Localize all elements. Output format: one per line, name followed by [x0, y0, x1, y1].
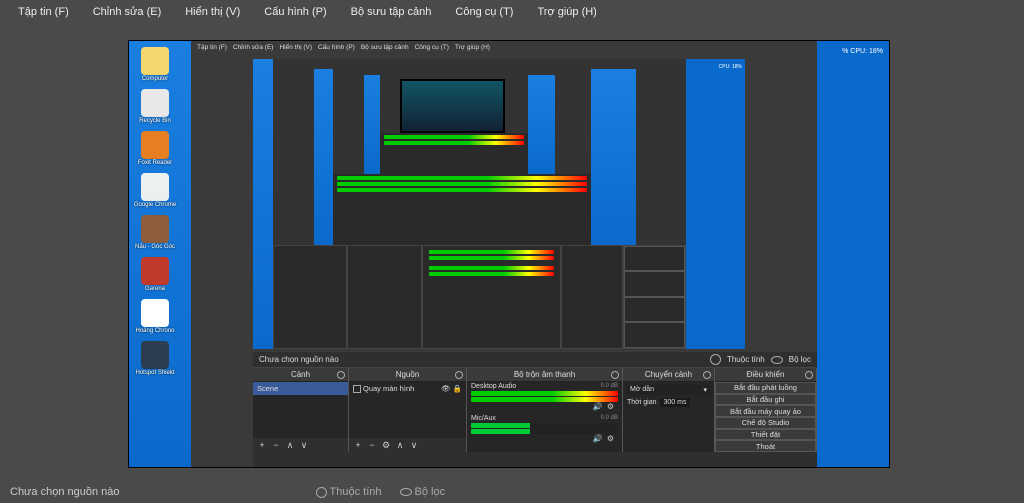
settings-button[interactable]: Thiết đặt [715, 429, 816, 441]
gear-icon[interactable] [805, 371, 813, 379]
remove-button[interactable]: − [366, 440, 378, 451]
menu-help[interactable]: Trợ giúp (H) [527, 3, 606, 21]
nested-menubar: Tập tin (F) Chỉnh sửa (E) Hiển thị (V) C… [191, 41, 817, 53]
desktop-icon: Foxit Reader [131, 131, 179, 167]
menu-profile[interactable]: Cấu hình (P) [254, 3, 336, 21]
app-status-bar: Chưa chọn nguồn nào Thuộc tính Bộ lọc [0, 481, 1024, 503]
no-source-label: Chưa chọn nguồn nào [10, 486, 120, 498]
audio-mixer-panel: Bộ trộn âm thanh Desktop Audio0.0 dB 🔊⚙ … [467, 368, 623, 452]
start-streaming-button[interactable]: Bắt đầu phát luồng [715, 382, 816, 394]
desktop-right-edge: % CPU: 18% [817, 41, 889, 467]
move-up-button[interactable]: ∧ [394, 440, 406, 451]
desktop-icon: Recycle Bin [131, 89, 179, 125]
sources-toolbar: + − ⚙ ∧ ∨ [349, 438, 466, 452]
start-recording-button[interactable]: Bắt đầu ghi [715, 394, 816, 406]
visibility-icon[interactable]: 👁 [441, 384, 451, 393]
cpu-badge: % CPU: 18% [832, 47, 889, 56]
transition-select[interactable]: Mờ dần ▾ [627, 385, 710, 395]
properties-button[interactable]: Thuộc tính [316, 486, 382, 498]
desktop-icon: Hoàng Chrono [131, 299, 179, 335]
desktop-icon: Computer [131, 47, 179, 83]
desktop-icons-col1: Computer Recycle Bin Foxit Reader Google… [129, 41, 189, 467]
filters-button[interactable]: Bộ lọc [789, 355, 811, 364]
nested-bottom-panels: Chưa chọn nguồn nào Thuộc tính Bộ lọc Cả… [253, 352, 817, 467]
controls-title: Điều khiển [747, 370, 785, 379]
scene-item[interactable]: Scene [253, 382, 348, 395]
desktop-icon: Nấu - Góc Góc [131, 215, 179, 251]
duration-label: Thời gian [627, 399, 657, 406]
gear-icon [710, 354, 721, 365]
filters-icon [400, 488, 412, 496]
menu-view[interactable]: Hiển thị (V) [175, 3, 250, 21]
menu-tools[interactable]: Công cụ (T) [445, 3, 523, 21]
gear-icon[interactable] [611, 371, 619, 379]
gear-icon[interactable] [703, 371, 711, 379]
filters-icon [771, 356, 783, 364]
chevron-down-icon: ▾ [703, 386, 707, 394]
move-down-button[interactable]: ∨ [298, 440, 310, 451]
desktop-icon: Google Chrome [131, 173, 179, 209]
sources-title: Nguồn [396, 370, 420, 379]
menu-file[interactable]: Tập tin (F) [8, 3, 79, 21]
start-virtual-cam-button[interactable]: Bắt đầu máy quay ảo [715, 405, 816, 417]
volume-icon[interactable]: 🔊 [593, 434, 603, 443]
gear-icon[interactable] [337, 371, 345, 379]
add-button[interactable]: + [352, 440, 364, 451]
transitions-panel: Chuyển cảnh Mờ dần ▾ Thời gian 300 ms [623, 368, 715, 452]
captured-desktop: Computer Recycle Bin Foxit Reader Google… [129, 41, 889, 467]
scenes-toolbar: + − ∧ ∨ [253, 438, 348, 452]
desktop-icon: Hotspot Shield [131, 341, 179, 377]
add-button[interactable]: + [256, 440, 268, 451]
nested-preview: CPU: 18% [253, 59, 745, 349]
move-down-button[interactable]: ∨ [408, 440, 420, 451]
lock-icon[interactable]: 🔒 [453, 384, 462, 393]
nested-obs: Tập tin (F) Chỉnh sửa (E) Hiển thị (V) C… [191, 41, 817, 467]
gear-icon[interactable]: ⚙ [380, 440, 392, 451]
volume-icon[interactable]: 🔊 [593, 402, 603, 411]
exit-button[interactable]: Thoát [715, 440, 816, 452]
desktop-icon: Garena [131, 257, 179, 293]
duration-input[interactable]: 300 ms [660, 398, 691, 407]
filters-button[interactable]: Bộ lọc [400, 486, 446, 498]
scenes-panel: Cảnh Scene + − ∧ ∨ [253, 368, 349, 452]
move-up-button[interactable]: ∧ [284, 440, 296, 451]
menu-edit[interactable]: Chỉnh sửa (E) [83, 3, 172, 21]
gear-icon[interactable]: ⚙ [607, 434, 614, 443]
remove-button[interactable]: − [270, 440, 282, 451]
gear-icon[interactable]: ⚙ [607, 402, 614, 411]
gear-icon[interactable] [455, 371, 463, 379]
mixer-title: Bộ trộn âm thanh [514, 370, 575, 379]
studio-mode-button[interactable]: Chế độ Studio [715, 417, 816, 429]
source-item[interactable]: Quay màn hình 👁 🔒 [349, 382, 466, 395]
mixer-channel: Desktop Audio0.0 dB 🔊⚙ [467, 382, 622, 414]
no-source-label: Chưa chọn nguồn nào [259, 355, 339, 364]
controls-panel: Điều khiển Bắt đầu phát luồng Bắt đầu gh… [715, 368, 817, 452]
sources-panel: Nguồn Quay màn hình 👁 🔒 + − [349, 368, 467, 452]
properties-button[interactable]: Thuộc tính [727, 355, 765, 364]
program-preview[interactable]: Computer Recycle Bin Foxit Reader Google… [128, 40, 890, 468]
mixer-channel: Mic/Aux0.0 dB 🔊⚙ [467, 414, 622, 446]
transitions-title: Chuyển cảnh [645, 370, 692, 379]
gear-icon [316, 487, 327, 498]
menu-scene-collection[interactable]: Bộ sưu tập cảnh [341, 3, 442, 21]
monitor-icon [353, 385, 361, 393]
app-menubar: Tập tin (F) Chỉnh sửa (E) Hiển thị (V) C… [0, 0, 1024, 24]
nested-status-bar: Chưa chọn nguồn nào Thuộc tính Bộ lọc [253, 352, 817, 368]
scenes-title: Cảnh [291, 370, 310, 379]
